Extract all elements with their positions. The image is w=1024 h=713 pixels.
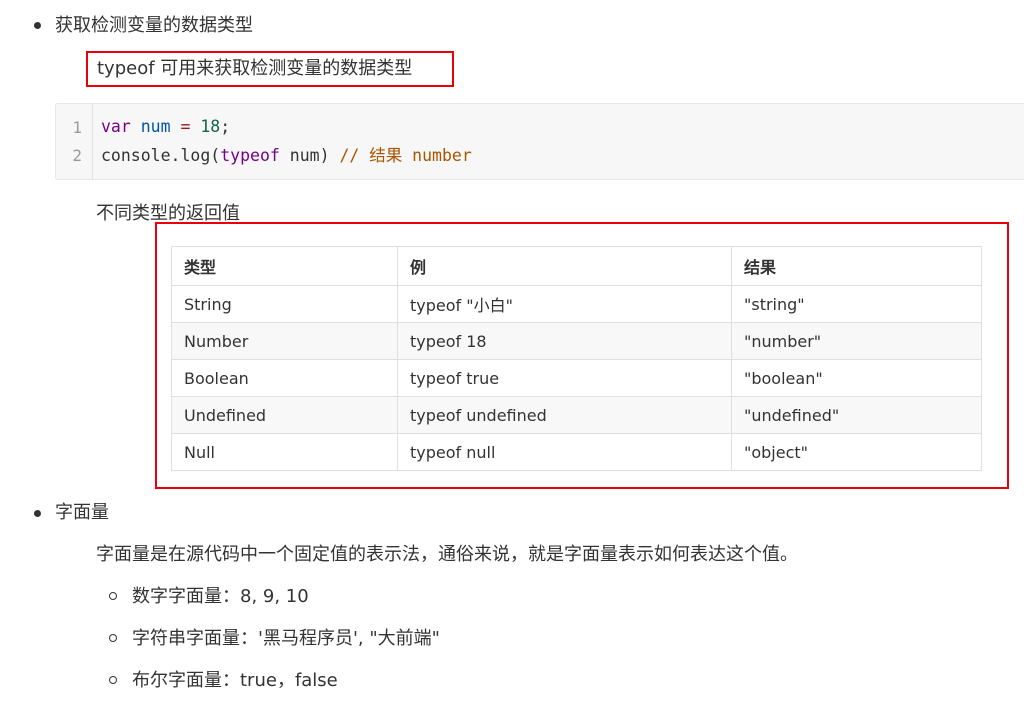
- table-cell: String: [171, 285, 398, 323]
- code-token: num): [279, 146, 340, 165]
- sub-bullet: [109, 676, 117, 684]
- table-header-row: 类型 例 结果: [171, 246, 982, 286]
- table-cell: typeof true: [397, 359, 732, 397]
- table-row: Undefined typeof undefined "undefined": [171, 396, 982, 434]
- table-cell: typeof null: [397, 433, 732, 471]
- bullet: [34, 22, 41, 29]
- literal-item-string: 字符串字面量：'黑马程序员', "大前端": [132, 628, 440, 649]
- literal-item-boolean: 布尔字面量：true，false: [132, 670, 338, 691]
- table-cell: "object": [731, 433, 982, 471]
- table-header-cell: 结果: [731, 246, 982, 286]
- typeof-description: typeof 可用来获取检测变量的数据类型: [97, 58, 413, 79]
- code-token: // 结果 number: [339, 146, 472, 165]
- code-token: ;: [220, 117, 231, 136]
- section-title-literal: 字面量: [55, 502, 109, 523]
- table-cell: typeof 18: [397, 322, 732, 360]
- sub-bullet: [109, 634, 117, 642]
- table-cell: "number": [731, 322, 982, 360]
- table-cell: Undefined: [171, 396, 398, 434]
- table-cell: Boolean: [171, 359, 398, 397]
- table-cell: "string": [731, 285, 982, 323]
- table-header-cell: 类型: [171, 246, 398, 286]
- table-row: Null typeof null "object": [171, 433, 982, 471]
- code-block: 1 2 var num = 18; console.log(typeof num…: [55, 103, 1024, 180]
- table-header-cell: 例: [397, 246, 732, 286]
- sub-bullet: [109, 592, 117, 600]
- code-token: console.log(: [101, 146, 221, 165]
- code-token: =: [170, 117, 201, 136]
- table-cell: Number: [171, 322, 398, 360]
- table-row: Number typeof 18 "number": [171, 322, 982, 360]
- code-token: num: [140, 117, 171, 136]
- line-number: 2: [72, 146, 82, 165]
- code-token: typeof: [220, 146, 280, 165]
- table-row: String typeof "小白" "string": [171, 285, 982, 323]
- return-types-table: 类型 例 结果 String typeof "小白" "string" Numb…: [171, 246, 982, 471]
- code-token: var: [101, 117, 131, 136]
- code-token: 18: [200, 117, 221, 136]
- line-number-gutter: 1 2: [56, 104, 93, 179]
- table-cell: typeof undefined: [397, 396, 732, 434]
- code-line: console.log(typeof num) // 结果 number: [101, 145, 472, 167]
- line-number: 1: [72, 118, 82, 137]
- code-line: var num = 18;: [101, 116, 230, 138]
- table-cell: typeof "小白": [397, 285, 732, 323]
- table-cell: Null: [171, 433, 398, 471]
- literal-description: 字面量是在源代码中一个固定值的表示法，通俗来说，就是字面量表示如何表达这个值。: [96, 544, 798, 565]
- table-cell: "boolean": [731, 359, 982, 397]
- table-cell: "undefined": [731, 396, 982, 434]
- literal-item-number: 数字字面量：8, 9, 10: [132, 586, 309, 607]
- section-title-typeof: 获取检测变量的数据类型: [55, 15, 253, 36]
- table-row: Boolean typeof true "boolean": [171, 359, 982, 397]
- bullet: [34, 510, 41, 517]
